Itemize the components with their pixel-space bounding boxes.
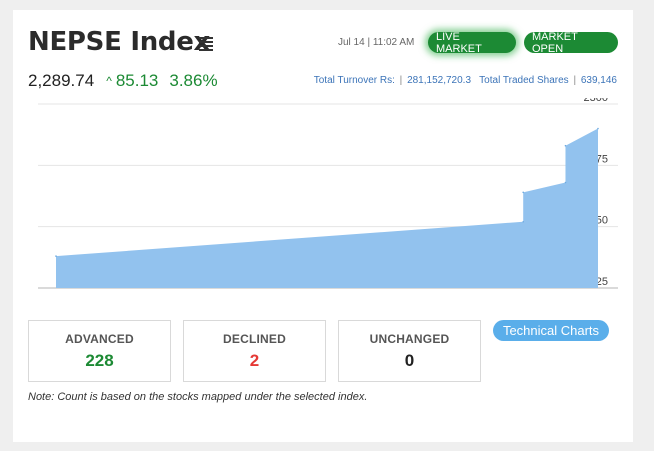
market-status-badge: MARKET OPEN bbox=[524, 31, 618, 55]
index-area-series[interactable] bbox=[56, 128, 598, 288]
count-note: Note: Count is based on the stocks mappe… bbox=[28, 391, 368, 403]
page-title: NEPSE Index bbox=[28, 27, 211, 57]
menu-icon[interactable] bbox=[199, 37, 213, 51]
unchanged-value: 0 bbox=[404, 351, 415, 370]
technical-charts-button[interactable]: Technical Charts bbox=[493, 320, 609, 341]
nepse-index-card: NEPSE Index Jul 14 | 11:02 AM LIVE MARKE… bbox=[13, 10, 633, 442]
traded-shares-label: Total Traded Shares bbox=[479, 75, 569, 86]
advanced-value: 228 bbox=[85, 351, 114, 370]
chart-data-point bbox=[564, 144, 567, 147]
turnover-info: Total Turnover Rs: | 281,152,720.3 Total… bbox=[313, 75, 617, 86]
declined-label: DECLINED bbox=[223, 332, 286, 346]
stat-advanced: ADVANCED 228 bbox=[28, 320, 171, 382]
chart-data-point bbox=[564, 181, 567, 184]
live-market-badge[interactable]: LIVE MARKET bbox=[428, 31, 516, 55]
unchanged-label: UNCHANGED bbox=[369, 332, 450, 346]
chart-data-point bbox=[597, 127, 599, 130]
advanced-label: ADVANCED bbox=[65, 332, 134, 346]
index-price-row: 2,289.74 ^ 85.13 3.86% bbox=[28, 71, 218, 91]
declined-value: 2 bbox=[249, 351, 260, 370]
index-area-chart[interactable]: 2300227522502225 bbox=[38, 98, 618, 298]
caret-up-icon: ^ bbox=[106, 74, 112, 88]
stat-declined: DECLINED 2 bbox=[183, 320, 326, 382]
turnover-label: Total Turnover Rs: bbox=[313, 75, 395, 86]
chart-data-point bbox=[55, 255, 57, 257]
index-value: 2,289.74 bbox=[28, 71, 95, 90]
market-datetime: Jul 14 | 11:02 AM bbox=[338, 37, 415, 48]
index-change: ^ 85.13 bbox=[106, 71, 158, 91]
turnover-value: 281,152,720.3 bbox=[407, 75, 472, 86]
y-tick-label: 2300 bbox=[584, 98, 608, 104]
traded-shares-value: 639,146 bbox=[580, 75, 617, 86]
chart-data-point bbox=[522, 220, 525, 223]
index-change-percent: 3.86% bbox=[169, 71, 218, 90]
stat-unchanged: UNCHANGED 0 bbox=[338, 320, 481, 382]
index-change-value: 85.13 bbox=[115, 71, 159, 90]
chart-data-point bbox=[522, 191, 525, 194]
